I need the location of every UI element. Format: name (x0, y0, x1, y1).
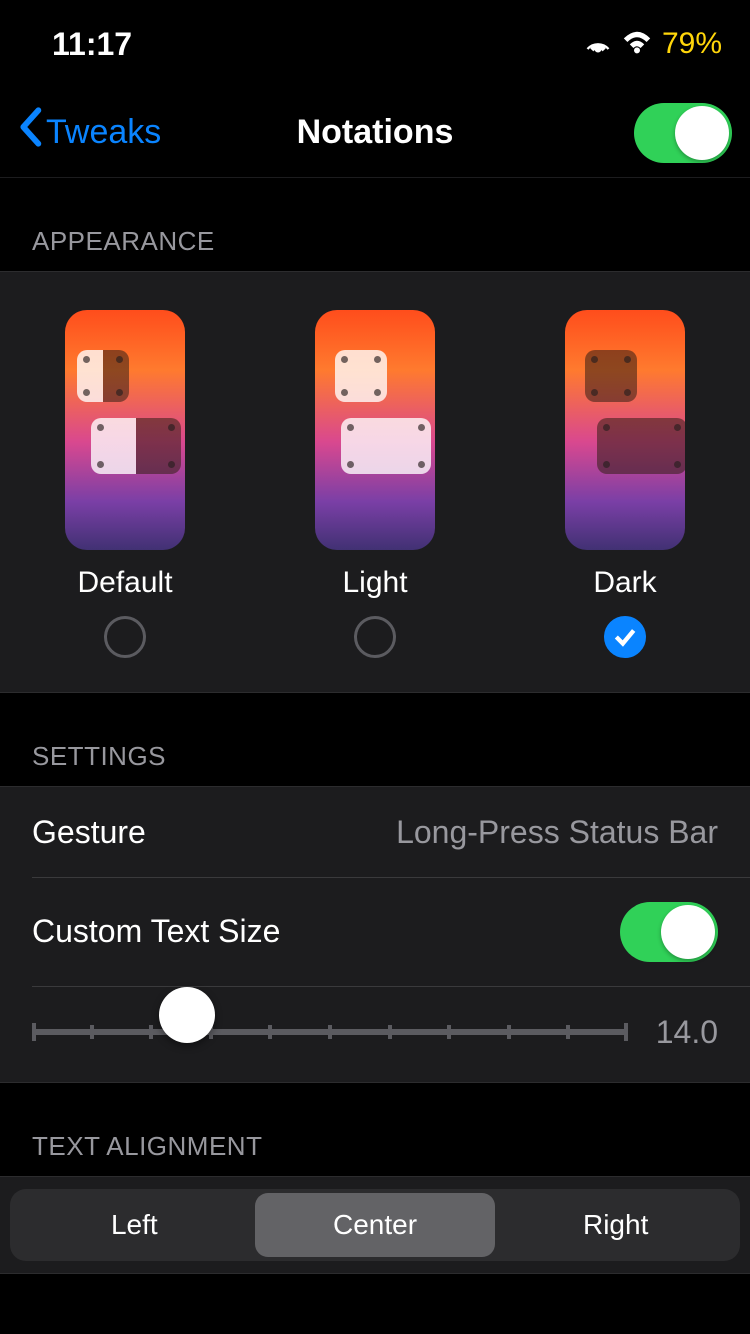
appearance-option-dark[interactable]: Dark (565, 310, 685, 658)
gesture-cell[interactable]: Gesture Long-Press Status Bar (0, 787, 750, 877)
appearance-header: APPEARANCE (0, 178, 750, 271)
custom-text-size-cell: Custom Text Size (0, 878, 750, 986)
appearance-options: Default Light Dark (0, 271, 750, 693)
alignment-option-right[interactable]: Right (495, 1193, 736, 1257)
settings-list: Gesture Long-Press Status Bar Custom Tex… (0, 786, 750, 1083)
appearance-option-default[interactable]: Default (65, 310, 185, 658)
alignment-option-left[interactable]: Left (14, 1193, 255, 1257)
airdrop-icon (584, 28, 612, 61)
radio-default[interactable] (104, 616, 146, 658)
appearance-option-light[interactable]: Light (315, 310, 435, 658)
alignment-option-center[interactable]: Center (255, 1193, 496, 1257)
status-bar: 11:17 79% (0, 0, 750, 88)
check-icon (612, 624, 638, 650)
preview-dark (565, 310, 685, 550)
appearance-label: Dark (593, 566, 656, 600)
nav-bar: Tweaks Notations (0, 88, 750, 178)
battery-percentage: 79% (662, 27, 722, 61)
master-toggle[interactable] (634, 103, 732, 163)
alignment-row: LeftCenterRight (0, 1176, 750, 1274)
page-title: Notations (297, 113, 454, 152)
appearance-label: Default (77, 566, 172, 600)
gesture-label: Gesture (32, 814, 146, 851)
preview-default (65, 310, 185, 550)
radio-dark[interactable] (604, 616, 646, 658)
text-size-slider-cell: 14.0 (0, 986, 750, 1082)
radio-light[interactable] (354, 616, 396, 658)
custom-text-size-toggle[interactable] (620, 902, 718, 962)
text-size-value: 14.0 (652, 1014, 718, 1051)
wifi-icon (622, 30, 652, 59)
preview-light (315, 310, 435, 550)
alignment-segmented-control[interactable]: LeftCenterRight (10, 1189, 740, 1261)
back-label: Tweaks (46, 113, 161, 152)
status-time: 11:17 (52, 26, 132, 63)
text-size-slider[interactable] (32, 1012, 628, 1052)
gesture-value: Long-Press Status Bar (396, 814, 718, 851)
custom-text-size-label: Custom Text Size (32, 913, 280, 950)
back-button[interactable]: Tweaks (18, 111, 161, 154)
appearance-label: Light (342, 566, 407, 600)
settings-header: SETTINGS (0, 693, 750, 786)
alignment-header: TEXT ALIGNMENT (0, 1083, 750, 1176)
chevron-left-icon (18, 107, 42, 154)
